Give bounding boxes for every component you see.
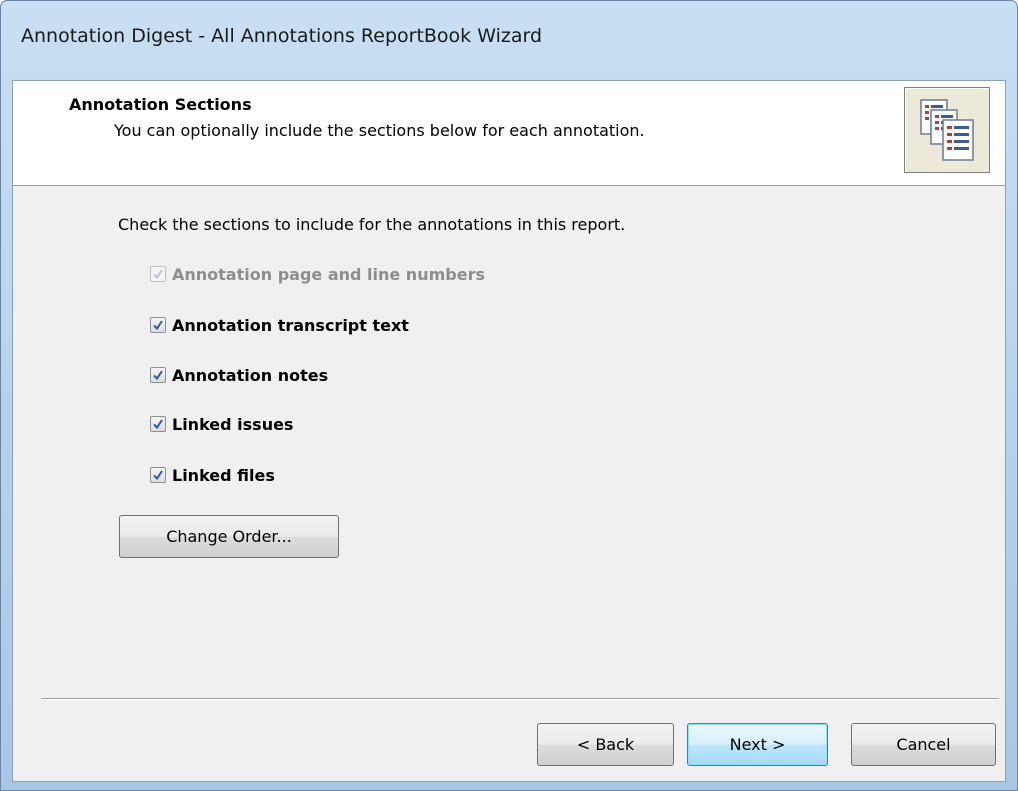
section-option-linked-files[interactable]: Linked files <box>150 463 275 487</box>
checkbox <box>150 266 166 282</box>
wizard-window: Annotation Digest - All Annotations Repo… <box>0 0 1018 791</box>
section-option-page-line-numbers: Annotation page and line numbers <box>150 262 485 286</box>
cancel-button[interactable]: Cancel <box>851 723 996 766</box>
checkbox[interactable] <box>150 467 166 483</box>
back-button[interactable]: < Back <box>537 723 674 766</box>
checkmark-icon <box>153 269 163 280</box>
next-button[interactable]: Next > <box>687 723 828 766</box>
documents-report-icon <box>904 87 990 173</box>
checkbox-label: Annotation transcript text <box>172 315 409 335</box>
change-order-button[interactable]: Change Order... <box>119 515 339 558</box>
checkmark-icon <box>153 370 163 381</box>
section-option-transcript-text[interactable]: Annotation transcript text <box>150 313 409 337</box>
checkmark-icon <box>153 419 163 430</box>
title-bar[interactable]: Annotation Digest - All Annotations Repo… <box>1 1 1017 79</box>
checkmark-icon <box>153 470 163 481</box>
checkbox-label: Linked files <box>172 465 275 485</box>
page-title: Annotation Sections <box>69 95 252 114</box>
checkbox-label: Annotation notes <box>172 365 329 385</box>
checkbox[interactable] <box>150 367 166 383</box>
section-option-linked-issues[interactable]: Linked issues <box>150 412 293 436</box>
checkbox[interactable] <box>150 416 166 432</box>
footer-divider <box>41 698 999 700</box>
page-subtitle: You can optionally include the sections … <box>114 121 645 140</box>
checkbox[interactable] <box>150 317 166 333</box>
checkbox-label: Linked issues <box>172 414 294 434</box>
checkmark-icon <box>153 320 163 331</box>
window-title: Annotation Digest - All Annotations Repo… <box>21 25 543 47</box>
instruction-text: Check the sections to include for the an… <box>118 215 626 234</box>
wizard-client-area: Annotation Sections You can optionally i… <box>12 80 1006 782</box>
section-option-notes[interactable]: Annotation notes <box>150 363 328 387</box>
checkbox-label: Annotation page and line numbers <box>172 264 485 284</box>
wizard-header: Annotation Sections You can optionally i… <box>13 81 1005 186</box>
